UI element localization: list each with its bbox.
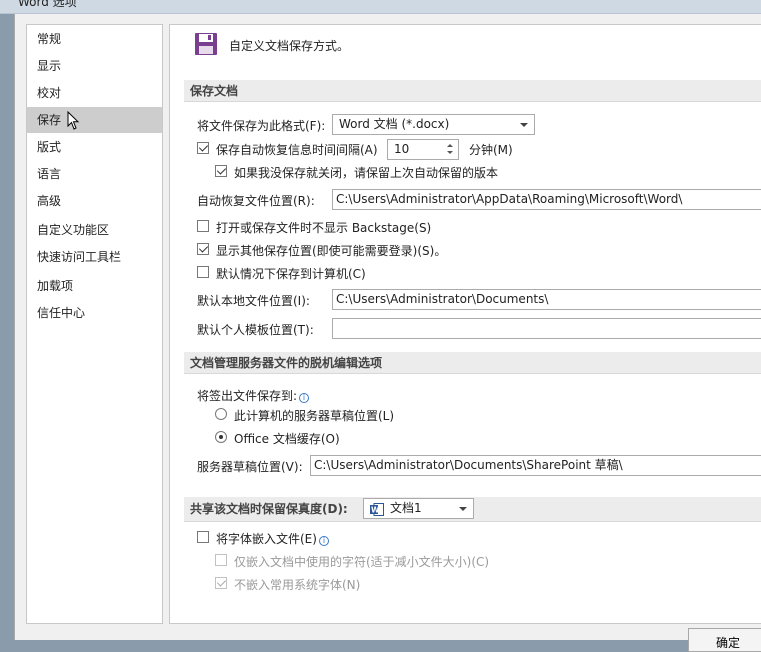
autorecover-minutes-stepper[interactable]: 10 — [387, 139, 459, 160]
sidebar-item-label: 保存 — [37, 113, 62, 127]
sidebar-item-layout[interactable]: 版式 — [27, 134, 162, 160]
office-cache-radio[interactable] — [215, 431, 227, 443]
sidebar-item-label: 显示 — [37, 59, 62, 73]
mouse-cursor-icon — [67, 111, 80, 130]
embed-fonts-label: 将字体嵌入文件(E) i — [216, 530, 329, 547]
content-panel: 自定义文档保存方式。 保存文档 将文件保存为此格式(F): Word 文档 (*… — [169, 24, 761, 624]
sidebar-item-label: 版式 — [37, 140, 62, 154]
sidebar-item-general[interactable]: 常规 — [27, 26, 162, 52]
sidebar-item-addins[interactable]: 加载项 — [27, 273, 162, 299]
save-to-computer-label: 默认情况下保存到计算机(C) — [216, 267, 366, 281]
show-other-locations-label: 显示其他保存位置(即使可能需要登录)(S)。 — [216, 244, 447, 258]
checkout-location-label: 将签出文件保存到: i — [197, 387, 310, 404]
office-cache-option-label: Office 文档缓存(O) — [234, 432, 340, 446]
sidebar-item-proofing[interactable]: 校对 — [27, 80, 162, 106]
server-drafts-option-label: 此计算机的服务器草稿位置(L) — [234, 409, 395, 423]
autorecover-location-input[interactable]: C:\Users\Administrator\AppData\Roaming\M… — [332, 189, 761, 210]
sidebar-item-customize-ribbon[interactable]: 自定义功能区 — [27, 217, 162, 243]
sidebar-item-label: 加载项 — [37, 279, 74, 293]
word-document-icon: W — [370, 503, 384, 516]
drafts-location-input[interactable]: C:\Users\Administrator\Documents\SharePo… — [310, 455, 761, 476]
template-location-input[interactable] — [332, 318, 761, 339]
sidebar-item-save[interactable]: 保存 — [27, 107, 162, 133]
save-to-computer-checkbox[interactable] — [197, 266, 209, 278]
sidebar-item-label: 自定义功能区 — [37, 223, 110, 237]
embed-fonts-text: 将字体嵌入文件(E) — [216, 532, 317, 546]
autorecover-location-label: 自动恢复文件位置(R): — [197, 194, 315, 208]
window-title: Word 选项 — [18, 0, 77, 9]
checkout-location-text: 将签出文件保存到: — [197, 389, 298, 403]
minutes-unit-label: 分钟(M) — [469, 143, 513, 157]
local-location-label: 默认本地文件位置(I): — [197, 294, 310, 308]
sidebar-item-display[interactable]: 显示 — [27, 53, 162, 79]
fidelity-title: 共享该文档时保留保真度(D): — [190, 502, 348, 516]
sidebar-item-label: 校对 — [37, 86, 62, 100]
page-title: 自定义文档保存方式。 — [229, 39, 350, 53]
keep-last-version-label: 如果我没保存就关闭，请保留上次自动保留的版本 — [234, 166, 499, 180]
fidelity-document-select[interactable]: W 文档1 — [363, 498, 474, 519]
svg-text:W: W — [371, 506, 380, 515]
no-backstage-label: 打开或保存文件时不显示 Backstage(S) — [216, 221, 432, 235]
no-common-fonts-label: 不嵌入常用系统字体(N) — [234, 578, 361, 592]
options-dialog: 常规 显示 校对 保存 版式 语言 高级 自定义功能区 快速访问工具栏 加载项 … — [14, 14, 761, 652]
embed-fonts-checkbox[interactable] — [197, 531, 209, 543]
ok-button[interactable]: 确定 — [688, 628, 761, 652]
autorecover-label: 保存自动恢复信息时间间隔(A) — [216, 143, 378, 157]
sidebar-item-advanced[interactable]: 高级 — [27, 188, 162, 214]
show-other-locations-checkbox[interactable] — [197, 243, 209, 255]
section-header-offline-editing: 文档管理服务器文件的脱机编辑选项 — [184, 352, 761, 374]
sidebar-item-label: 常规 — [37, 32, 62, 46]
autorecover-checkbox[interactable] — [197, 142, 209, 154]
keep-last-version-checkbox[interactable] — [215, 165, 227, 177]
no-backstage-checkbox[interactable] — [197, 220, 209, 232]
server-drafts-radio[interactable] — [215, 408, 227, 420]
sidebar-item-quick-access-toolbar[interactable]: 快速访问工具栏 — [27, 244, 162, 270]
floppy-disk-icon — [195, 33, 217, 55]
fidelity-document-value: 文档1 — [390, 501, 422, 515]
embed-used-chars-checkbox — [215, 554, 227, 566]
autorecover-minutes-value: 10 — [394, 142, 410, 156]
chevron-down-icon — [459, 507, 467, 511]
window-titlebar: Word 选项 — [0, 0, 761, 14]
sidebar-item-label: 语言 — [37, 167, 62, 181]
embed-used-chars-label: 仅嵌入文档中使用的字符(适于减小文件大小)(C) — [234, 555, 490, 569]
sidebar-item-trust-center[interactable]: 信任中心 — [27, 300, 162, 326]
sidebar: 常规 显示 校对 保存 版式 语言 高级 自定义功能区 快速访问工具栏 加载项 … — [26, 24, 163, 624]
format-select-value: Word 文档 (*.docx) — [339, 117, 450, 131]
sidebar-item-language[interactable]: 语言 — [27, 161, 162, 187]
info-icon[interactable]: i — [318, 536, 329, 546]
no-common-fonts-checkbox — [215, 577, 227, 589]
template-location-label: 默认个人模板位置(T): — [197, 323, 314, 337]
sidebar-item-label: 高级 — [37, 194, 62, 208]
sidebar-item-label: 信任中心 — [37, 306, 86, 320]
chevron-down-icon — [520, 123, 528, 127]
info-icon[interactable]: i — [299, 393, 310, 403]
stepper-arrows-icon[interactable] — [447, 142, 455, 157]
format-label: 将文件保存为此格式(F): — [197, 119, 326, 133]
format-select[interactable]: Word 文档 (*.docx) — [332, 114, 535, 135]
section-header-save-documents: 保存文档 — [184, 80, 761, 102]
drafts-location-label: 服务器草稿位置(V): — [197, 460, 303, 474]
sidebar-item-label: 快速访问工具栏 — [37, 250, 122, 264]
local-location-input[interactable]: C:\Users\Administrator\Documents\ — [332, 289, 761, 310]
